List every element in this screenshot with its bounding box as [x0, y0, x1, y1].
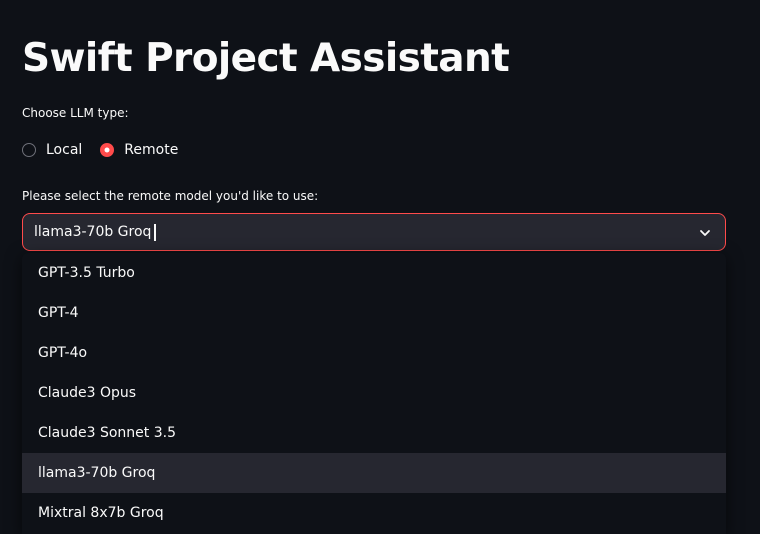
- page-title: Swift Project Assistant: [22, 36, 510, 81]
- remote-model-selected-value: llama3-70b Groq: [34, 224, 152, 240]
- radio-local-label: Local: [46, 142, 83, 158]
- text-caret: [154, 223, 156, 241]
- remote-model-dropdown: GPT-3.5 Turbo GPT-4 GPT-4o Claude3 Opus …: [22, 253, 726, 534]
- dropdown-option-gpt-3-5-turbo[interactable]: GPT-3.5 Turbo: [22, 253, 726, 293]
- radio-remote[interactable]: Remote: [100, 142, 178, 158]
- dropdown-option-llama3-70b-groq[interactable]: llama3-70b Groq: [22, 453, 726, 493]
- dropdown-option-gpt-4o[interactable]: GPT-4o: [22, 333, 726, 373]
- remote-model-select[interactable]: llama3-70b Groq: [22, 213, 726, 251]
- chevron-down-icon[interactable]: [698, 226, 712, 240]
- app-container: Swift Project Assistant Choose LLM type:…: [22, 0, 726, 534]
- llm-type-radio-group: Local Remote: [22, 140, 196, 160]
- radio-local-circle[interactable]: [22, 143, 36, 157]
- dropdown-option-mixtral-8x7b-groq[interactable]: Mixtral 8x7b Groq: [22, 493, 726, 533]
- dropdown-option-claude3-opus[interactable]: Claude3 Opus: [22, 373, 726, 413]
- dropdown-option-claude3-sonnet[interactable]: Claude3 Sonnet 3.5: [22, 413, 726, 453]
- radio-remote-label: Remote: [124, 142, 179, 158]
- radio-local[interactable]: Local: [22, 142, 82, 158]
- radio-remote-circle[interactable]: [100, 143, 115, 157]
- dropdown-option-gpt-4[interactable]: GPT-4: [22, 293, 726, 333]
- llm-type-label: Choose LLM type:: [22, 106, 129, 120]
- remote-model-label: Please select the remote model you'd lik…: [22, 189, 319, 203]
